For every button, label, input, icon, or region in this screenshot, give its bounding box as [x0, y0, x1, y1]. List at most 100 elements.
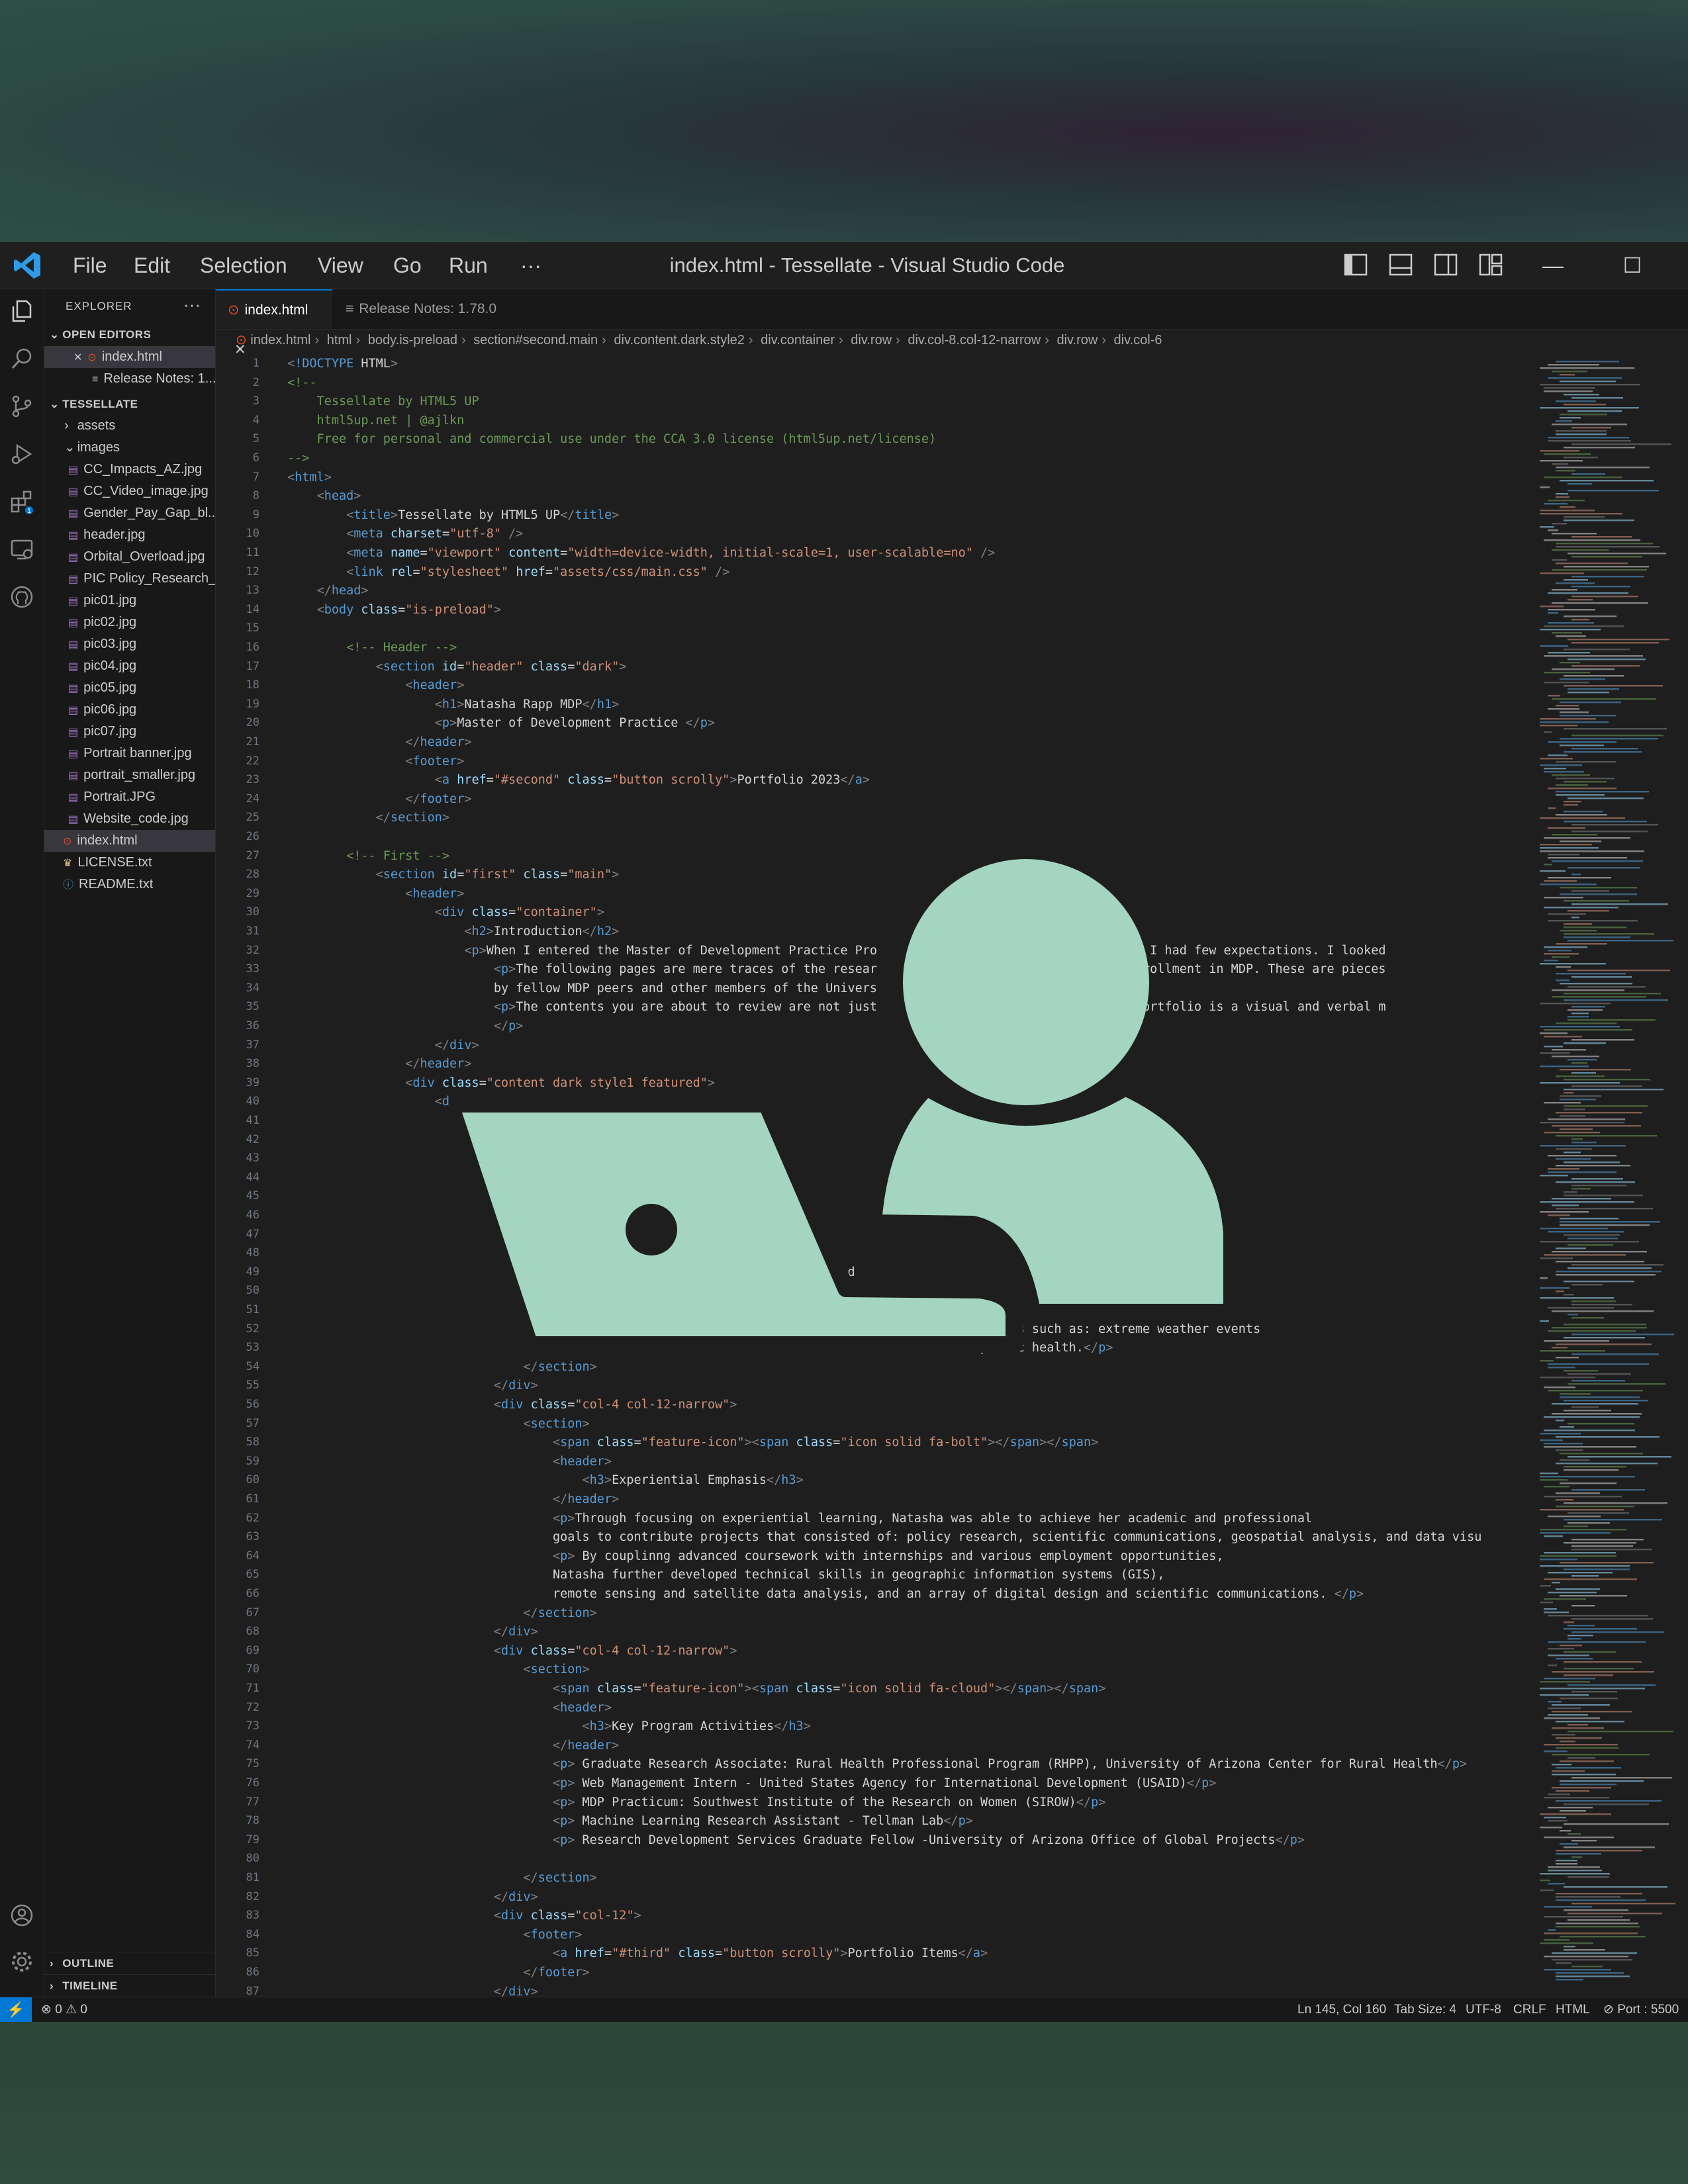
tree-file[interactable]: ▤ pic03.jpg: [44, 633, 215, 655]
code-line[interactable]: <h1>Natasha Rapp MDP</h1>: [287, 698, 619, 711]
code-line[interactable]: </section>: [287, 1606, 596, 1620]
breadcrumb-item[interactable]: div.container: [761, 333, 835, 347]
open-editor-release-notes[interactable]: ≡ Release Notes: 1...: [44, 368, 215, 390]
live-server-port[interactable]: ⊘ Port : 5500: [1603, 1997, 1679, 2022]
customize-layout-icon[interactable]: [1479, 253, 1503, 276]
code-line[interactable]: <link rel="stylesheet" href="assets/css/…: [287, 565, 729, 579]
outline-section[interactable]: › OUTLINE: [44, 1952, 215, 1974]
tree-file[interactable]: ▤ header.jpg: [44, 524, 215, 546]
code-line[interactable]: goals to contribute projects that consis…: [287, 1530, 1481, 1544]
code-line[interactable]: <!-- Header -->: [287, 641, 457, 655]
code-line[interactable]: <!-- First -->: [287, 849, 449, 863]
breadcrumb-item[interactable]: body.is-preload: [368, 333, 457, 347]
tree-file[interactable]: ▤ Portrait banner.jpg: [44, 743, 215, 764]
tree-file[interactable]: ▤ Website_code.jpg: [44, 808, 215, 830]
minimap[interactable]: [1536, 351, 1688, 1997]
tree-file[interactable]: ♛ LICENSE.txt: [44, 852, 215, 874]
project-header[interactable]: ⌄ TESSELLATE: [44, 393, 215, 415]
breadcrumb-item[interactable]: index.html: [250, 333, 310, 347]
tree-file[interactable]: ▤ Gender_Pay_Gap_bl...: [44, 502, 215, 524]
menu-run[interactable]: Run: [449, 242, 488, 289]
code-line[interactable]: <p> Graduate Research Associate: Rural H…: [287, 1757, 1467, 1771]
breadcrumb-item[interactable]: div.content.dark.style2: [614, 333, 745, 347]
breadcrumb-item[interactable]: div.row: [1056, 333, 1098, 347]
tab-index-html[interactable]: ⊙ index.html ✕: [216, 289, 332, 357]
code-line[interactable]: <body class="is-preload">: [287, 603, 501, 617]
tree-file[interactable]: ▤ pic02.jpg: [44, 612, 215, 633]
remote-indicator-button[interactable]: ⚡: [0, 1997, 32, 2022]
code-line[interactable]: Free for personal and commercial use und…: [287, 432, 937, 446]
open-editors-header[interactable]: ⌄ OPEN EDITORS: [44, 324, 215, 345]
tree-file[interactable]: ▤ pic05.jpg: [44, 677, 215, 699]
tree-file[interactable]: ▤ pic06.jpg: [44, 699, 215, 721]
tree-file[interactable]: ▤ portrait_smaller.jpg: [44, 764, 215, 786]
tree-file[interactable]: ▤ pic07.jpg: [44, 721, 215, 743]
github-icon[interactable]: [9, 584, 34, 610]
breadcrumb-item[interactable]: div.col-6: [1114, 333, 1162, 347]
breadcrumb-item[interactable]: html: [327, 333, 352, 347]
code-line[interactable]: <p> MDP Practicum: Southwest Institute o…: [287, 1796, 1105, 1809]
eol-indicator[interactable]: CRLF: [1513, 1997, 1546, 2022]
accounts-icon[interactable]: [9, 1903, 34, 1928]
code-line[interactable]: <h3>Key Program Activities</h3>: [287, 1719, 811, 1733]
tree-file-index-html[interactable]: ⊙ index.html: [44, 830, 215, 852]
code-line[interactable]: <div class="col-4 col-12-narrow">: [287, 1644, 737, 1658]
code-line[interactable]: </footer>: [287, 1966, 589, 1979]
code-line[interactable]: html5up.net | @ajlkn: [287, 414, 465, 428]
maximize-button[interactable]: ☐: [1613, 242, 1652, 289]
search-icon[interactable]: [9, 346, 34, 371]
code-line[interactable]: </header>: [287, 1057, 471, 1071]
run-debug-icon[interactable]: [9, 441, 34, 467]
extensions-icon[interactable]: 1: [9, 489, 34, 514]
code-line[interactable]: </header>: [287, 1739, 619, 1752]
code-line[interactable]: </div>: [287, 1625, 538, 1639]
code-line[interactable]: </div>: [287, 1985, 538, 1997]
code-line[interactable]: </header>: [287, 1492, 619, 1506]
breadcrumb-item[interactable]: section#second.main: [473, 333, 598, 347]
menu-go[interactable]: Go: [393, 242, 422, 289]
code-line[interactable]: <footer>: [287, 754, 464, 768]
code-line[interactable]: <meta name="viewport" content="width=dev…: [287, 546, 995, 560]
tree-file[interactable]: ▤ Portrait.JPG: [44, 786, 215, 808]
tree-file[interactable]: ▤ PIC Policy_Research_...: [44, 568, 215, 590]
menu-more[interactable]: ···: [520, 242, 541, 289]
code-line[interactable]: <p>Master of Development Practice </p>: [287, 716, 715, 730]
menu-file[interactable]: File: [73, 242, 107, 289]
explorer-more-button[interactable]: ···: [183, 295, 201, 315]
menu-selection[interactable]: Selection: [200, 242, 287, 289]
code-line[interactable]: <section>: [287, 1662, 589, 1676]
code-line[interactable]: </footer>: [287, 792, 471, 806]
cursor-position[interactable]: Ln 145, Col 160: [1297, 1997, 1386, 2022]
code-line[interactable]: </div>: [287, 1379, 538, 1392]
code-line[interactable]: <div class="col-4 col-12-narrow">: [287, 1398, 737, 1412]
code-line[interactable]: <section id="header" class="dark">: [287, 660, 627, 674]
tree-file[interactable]: ▤ Orbital_Overload.jpg: [44, 546, 215, 568]
code-line[interactable]: <!--: [287, 376, 317, 390]
code-line[interactable]: <header>: [287, 1701, 612, 1715]
code-line[interactable]: </section>: [287, 1360, 596, 1374]
code-line[interactable]: <p> By couplinng advanced coursework wit…: [287, 1549, 1224, 1563]
code-line[interactable]: <span class="feature-icon"><span class="…: [287, 1682, 1105, 1696]
tree-file[interactable]: ▤ CC_Video_image.jpg: [44, 480, 215, 502]
menu-edit[interactable]: Edit: [134, 242, 170, 289]
code-line[interactable]: <p> Web Management Intern - United State…: [287, 1776, 1216, 1790]
remote-explorer-icon[interactable]: [9, 537, 34, 562]
breadcrumb-item[interactable]: div.col-8.col-12-narrow: [908, 333, 1041, 347]
code-line[interactable]: <head>: [287, 489, 361, 503]
tab-size-indicator[interactable]: Tab Size: 4: [1394, 1997, 1456, 2022]
code-line[interactable]: -->: [287, 451, 309, 465]
code-line[interactable]: <!DOCTYPE HTML>: [287, 357, 398, 371]
code-line[interactable]: Natasha further developed technical skil…: [287, 1568, 1164, 1582]
breadcrumb-item[interactable]: div.row: [851, 333, 892, 347]
tree-folder-assets[interactable]: › assets: [44, 415, 215, 437]
code-line[interactable]: Tessellate by HTML5 UP: [287, 394, 479, 408]
toggle-panel-icon[interactable]: [1389, 253, 1413, 276]
code-line[interactable]: </head>: [287, 584, 369, 598]
code-line[interactable]: </section>: [287, 1871, 596, 1885]
code-line[interactable]: <footer>: [287, 1928, 582, 1942]
code-line[interactable]: <h3>Experiential Emphasis</h3>: [287, 1473, 804, 1487]
problems-indicator[interactable]: ⊗ 0 ⚠ 0: [41, 1997, 87, 2022]
close-editor-button[interactable]: ✕: [73, 347, 82, 368]
code-line[interactable]: <header>: [287, 678, 464, 692]
tree-file[interactable]: ▤ pic04.jpg: [44, 655, 215, 677]
